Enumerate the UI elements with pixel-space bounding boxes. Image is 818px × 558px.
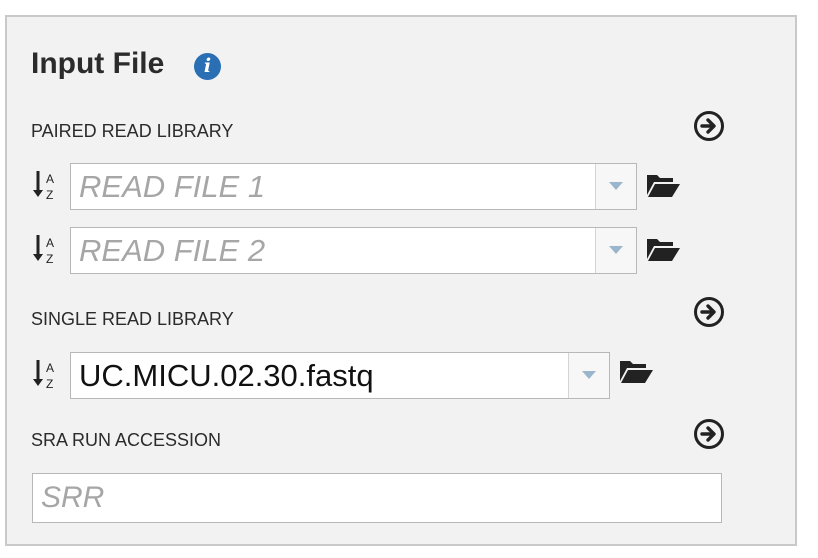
read-file-2-dropdown[interactable]: READ FILE 2 (70, 227, 637, 274)
single-read-trigger[interactable] (568, 353, 609, 398)
single-read-library-label: SINGLE READ LIBRARY (31, 309, 234, 329)
folder-open-icon[interactable] (645, 235, 681, 263)
sort-alpha-icon[interactable]: A Z (31, 232, 61, 268)
add-paired-arrow-icon[interactable] (693, 110, 725, 142)
folder-open-icon[interactable] (645, 171, 681, 199)
svg-text:A: A (46, 361, 54, 375)
chevron-down-icon (582, 371, 596, 379)
srr-input[interactable] (32, 473, 722, 523)
add-single-arrow-icon[interactable] (693, 296, 725, 328)
svg-text:Z: Z (46, 252, 53, 266)
read-file-1-placeholder: READ FILE 1 (79, 169, 266, 204)
panel-title: Input File (31, 47, 165, 80)
add-sra-arrow-icon[interactable] (693, 418, 725, 450)
read-file-1-dropdown[interactable]: READ FILE 1 (70, 163, 637, 210)
svg-text:Z: Z (46, 188, 53, 202)
input-file-panel: Input File i PAIRED READ LIBRARY A Z REA… (5, 15, 797, 546)
sort-alpha-icon[interactable]: A Z (31, 357, 61, 393)
svg-text:A: A (46, 236, 54, 250)
single-read-value: UC.MICU.02.30.fastq (79, 358, 374, 393)
svg-text:A: A (46, 172, 54, 186)
paired-read-library-label: PAIRED READ LIBRARY (31, 121, 234, 141)
chevron-down-icon (609, 182, 623, 190)
read-file-2-trigger[interactable] (595, 228, 636, 273)
folder-open-icon[interactable] (618, 357, 654, 385)
sort-alpha-icon[interactable]: A Z (31, 168, 61, 204)
sra-run-accession-label: SRA RUN ACCESSION (31, 430, 222, 450)
read-file-2-placeholder: READ FILE 2 (79, 233, 266, 268)
single-read-dropdown[interactable]: UC.MICU.02.30.fastq (70, 352, 610, 399)
svg-text:Z: Z (46, 377, 53, 391)
info-icon[interactable]: i (194, 53, 221, 80)
read-file-1-trigger[interactable] (595, 164, 636, 209)
chevron-down-icon (609, 246, 623, 254)
